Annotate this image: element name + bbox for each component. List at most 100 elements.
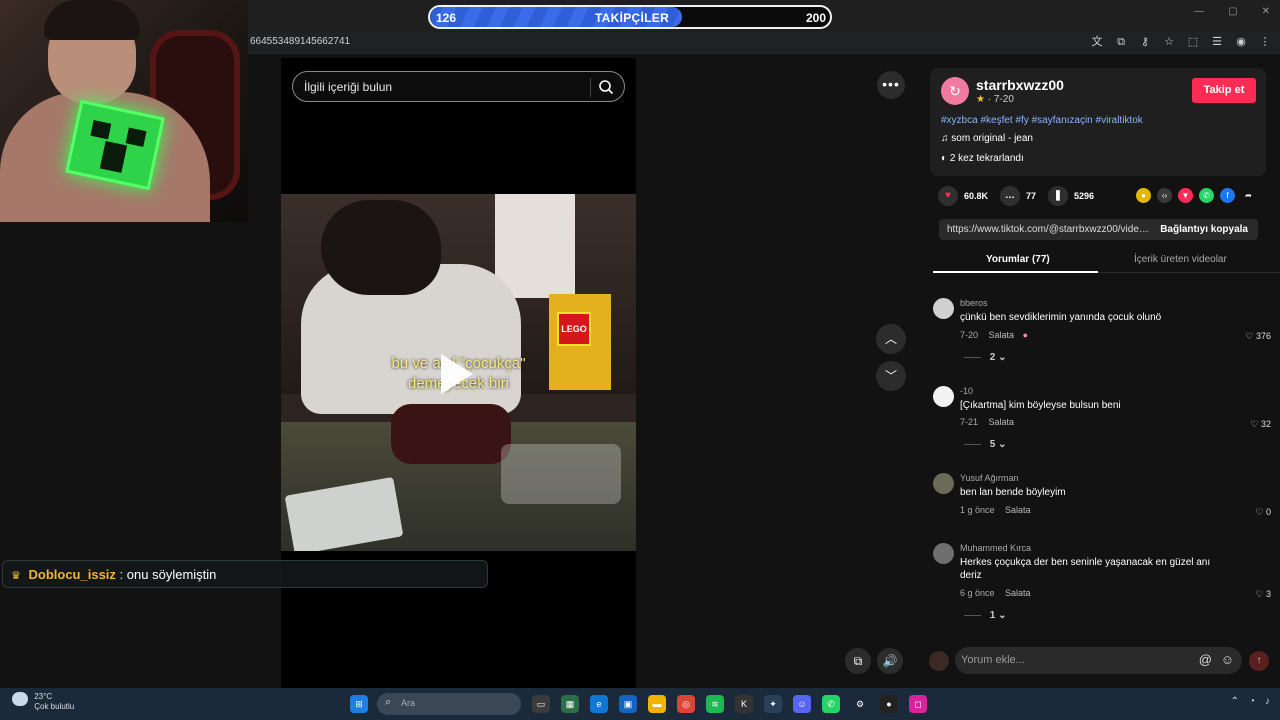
reading-list-icon[interactable]: ☰ bbox=[1210, 35, 1224, 49]
whatsapp-icon[interactable]: ✆ bbox=[822, 695, 840, 713]
tab-creator-videos[interactable]: İçerik üreten videolar bbox=[1134, 254, 1227, 265]
save-stat[interactable]: ❚ 5296 bbox=[1048, 186, 1094, 206]
taskbar-search[interactable]: Ara bbox=[377, 693, 521, 715]
comment-like[interactable]: ♡ 3 bbox=[1255, 589, 1271, 600]
sound-row[interactable]: ♫ som original - jean bbox=[941, 133, 1033, 144]
play-icon[interactable] bbox=[441, 354, 473, 394]
video-frame[interactable]: LEGO bu ve asıl "çocukça" demeyecek biri bbox=[281, 194, 636, 551]
embed-icon[interactable]: ‹› bbox=[1157, 188, 1172, 203]
avatar[interactable] bbox=[933, 386, 954, 407]
mini-player-icon[interactable]: ⧉ bbox=[845, 648, 871, 674]
heart-outline-icon[interactable]: ♡ bbox=[1250, 419, 1261, 429]
chevron-up-icon[interactable]: ⌃ bbox=[1231, 696, 1239, 707]
mention-icon[interactable]: @ bbox=[1199, 652, 1212, 667]
comment-like[interactable]: ♡ 0 bbox=[1255, 507, 1271, 518]
whatsapp-icon[interactable]: ✆ bbox=[1199, 188, 1214, 203]
avatar[interactable] bbox=[933, 473, 954, 494]
app-icon[interactable]: ✦ bbox=[764, 695, 782, 713]
comment-username[interactable]: Yusuf Ağırman bbox=[960, 473, 1019, 483]
reply-button[interactable]: Salata bbox=[1005, 505, 1031, 515]
send-icon[interactable]: ▼ bbox=[1178, 188, 1193, 203]
emoji-icon[interactable]: ☺ bbox=[1221, 652, 1234, 667]
sound-name[interactable]: som original - jean bbox=[951, 133, 1033, 144]
key-icon[interactable]: ⚷ bbox=[1138, 35, 1152, 49]
speaker-icon[interactable]: ♪ bbox=[1265, 696, 1270, 707]
heart-outline-icon[interactable]: ♡ bbox=[1255, 589, 1266, 599]
tab-comments[interactable]: Yorumlar (77) bbox=[986, 254, 1050, 265]
post-comment-button[interactable]: ↑ bbox=[1249, 651, 1269, 671]
comment-input[interactable]: Yorum ekle... @ ☺ bbox=[955, 647, 1242, 674]
task-view-icon[interactable]: ▭ bbox=[532, 695, 550, 713]
share-url[interactable]: https://www.tiktok.com/@starrbxwzz00/vid… bbox=[947, 224, 1152, 235]
search-input[interactable]: İlgili içeriği bulun bbox=[304, 80, 392, 94]
previous-video-button[interactable]: ︿ bbox=[876, 324, 906, 354]
steam-icon[interactable]: ⚙ bbox=[851, 695, 869, 713]
heart-icon[interactable]: ♥ bbox=[938, 186, 958, 206]
minimize-icon[interactable]: — bbox=[1194, 6, 1204, 17]
reply-button[interactable]: Salata bbox=[1005, 588, 1031, 598]
close-icon[interactable]: ✕ bbox=[1262, 6, 1270, 17]
bookmark-icon[interactable]: ❚ bbox=[1048, 186, 1068, 206]
avatar[interactable] bbox=[933, 543, 954, 564]
url-text[interactable]: 664553489145662741 bbox=[250, 36, 350, 47]
author-username[interactable]: starrbxwzz00 bbox=[976, 77, 1064, 93]
widgets-icon[interactable]: ▦ bbox=[561, 695, 579, 713]
extensions-icon[interactable]: ⬚ bbox=[1186, 35, 1200, 49]
avatar[interactable] bbox=[933, 298, 954, 319]
facebook-icon[interactable]: f bbox=[1220, 188, 1235, 203]
chevron-down-icon[interactable]: ⌄ bbox=[998, 439, 1006, 450]
comment-like[interactable]: ♡ 32 bbox=[1250, 419, 1271, 430]
heart-outline-icon[interactable]: ♡ bbox=[1245, 331, 1256, 341]
coin-icon[interactable]: ● bbox=[1136, 188, 1151, 203]
author-avatar[interactable]: ↻ bbox=[941, 77, 969, 105]
obs-icon[interactable]: ● bbox=[880, 695, 898, 713]
start-icon[interactable]: ⊞ bbox=[350, 695, 368, 713]
discord-icon[interactable]: ☺ bbox=[793, 695, 811, 713]
view-replies-button[interactable]: 5 ⌄ bbox=[964, 439, 1007, 450]
next-video-button[interactable]: ﹀ bbox=[876, 361, 906, 391]
edge-icon[interactable]: e bbox=[590, 695, 608, 713]
follow-button[interactable]: Takip et bbox=[1192, 78, 1256, 103]
comment-username[interactable]: -10 bbox=[960, 386, 973, 396]
kick-icon[interactable]: K bbox=[735, 695, 753, 713]
folder-icon[interactable]: ▬ bbox=[648, 695, 666, 713]
hashtags[interactable]: #xyzbca #keşfet #fy #sayfanızaçin #viral… bbox=[941, 115, 1143, 126]
store-icon[interactable]: ▣ bbox=[619, 695, 637, 713]
star-bookmark-icon[interactable]: ☆ bbox=[1162, 35, 1176, 49]
comment-username[interactable]: Muhammed Kırca bbox=[960, 543, 1031, 553]
more-options-button[interactable]: ••• bbox=[877, 71, 905, 99]
instagram-icon[interactable]: ◻ bbox=[909, 695, 927, 713]
cast-icon[interactable]: ⧉ bbox=[1114, 35, 1128, 49]
chrome-icon[interactable]: ◎ bbox=[677, 695, 695, 713]
chevron-down-icon[interactable]: ⌄ bbox=[998, 352, 1006, 363]
like-stat[interactable]: ♥ 60.8K bbox=[938, 186, 988, 206]
spotify-icon[interactable]: ≋ bbox=[706, 695, 724, 713]
address-bar[interactable]: 664553489145662741 文 ⧉ ⚷ ☆ ⬚ ☰ ◉ ⋮ bbox=[248, 32, 1280, 54]
share-arrow-icon[interactable]: ➦ bbox=[1241, 188, 1256, 203]
wifi-icon[interactable]: ◔ bbox=[1249, 696, 1255, 707]
copy-link-button[interactable]: Bağlantıyı kopyala bbox=[1160, 224, 1248, 235]
menu-dots-icon[interactable]: ⋮ bbox=[1258, 35, 1272, 49]
maximize-icon[interactable]: ▢ bbox=[1228, 6, 1237, 17]
replies-count[interactable]: 1 bbox=[990, 610, 996, 621]
translate-icon[interactable]: 文 bbox=[1090, 35, 1104, 49]
heart-outline-icon[interactable]: ♡ bbox=[1255, 507, 1266, 517]
comment-icon[interactable]: … bbox=[1000, 186, 1020, 206]
comment-stat[interactable]: … 77 bbox=[1000, 186, 1036, 206]
reply-button[interactable]: Salata bbox=[989, 330, 1015, 340]
profile-icon[interactable]: ◉ bbox=[1234, 35, 1248, 49]
comment-like[interactable]: ♡ 376 bbox=[1245, 331, 1271, 342]
view-replies-button[interactable]: 1 ⌄ bbox=[964, 610, 1007, 621]
replies-count[interactable]: 5 bbox=[990, 439, 996, 450]
search-icon[interactable] bbox=[598, 79, 614, 95]
volume-icon[interactable]: 🔊 bbox=[877, 648, 903, 674]
view-replies-button[interactable]: 2 ⌄ bbox=[964, 352, 1007, 363]
replies-count[interactable]: 2 bbox=[990, 352, 996, 363]
my-avatar bbox=[929, 651, 949, 671]
reply-button[interactable]: Salata bbox=[989, 417, 1015, 427]
chevron-down-icon[interactable]: ⌄ bbox=[998, 610, 1006, 621]
weather-widget[interactable]: 23°C Çok bulutlu bbox=[12, 692, 74, 712]
video-search-bar[interactable]: İlgili içeriği bulun bbox=[292, 71, 625, 102]
comment-input-placeholder[interactable]: Yorum ekle... bbox=[961, 654, 1025, 666]
comment-username[interactable]: bberos bbox=[960, 298, 988, 308]
